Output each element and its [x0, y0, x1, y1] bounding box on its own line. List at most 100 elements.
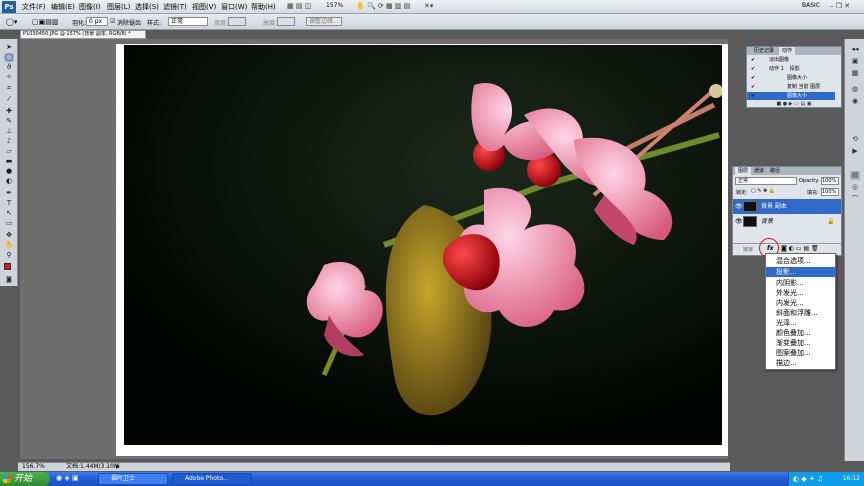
menu-layer[interactable]: 图层(L) — [107, 2, 130, 12]
menu-view[interactable]: 视图(V) — [192, 2, 216, 12]
tray-icons[interactable]: ◐ ◆ ✦ ♫ — [793, 472, 823, 486]
quick-launch-icons[interactable]: ◉ ◈ ▣ — [56, 474, 79, 482]
menu-edit[interactable]: 编辑(E) — [51, 2, 75, 12]
feather-input[interactable]: 0 px — [86, 17, 108, 26]
shape-tool-icon[interactable]: ▭ — [4, 219, 14, 228]
zoom-tool-icon[interactable]: ⚲ — [4, 251, 14, 260]
tab-paths[interactable]: 路径 — [767, 167, 783, 175]
masks-panel-icon[interactable]: ◉ — [850, 97, 860, 106]
layer-row-selected[interactable]: 👁 背景 副本 — [733, 199, 841, 214]
marquee-tool-icon[interactable]: ◯▾ — [6, 18, 17, 26]
move-tool-icon[interactable]: ➤ — [4, 43, 14, 52]
lock-icons[interactable]: ▢ ✎ ✥ 🔒 — [751, 188, 775, 194]
check-icon[interactable]: ✔ — [751, 74, 755, 82]
blend-mode-select[interactable]: 正常 — [735, 177, 797, 185]
taskbar-task-2[interactable]: Adobe Photo... — [172, 473, 252, 485]
tab-channels[interactable]: 通道 — [751, 167, 767, 175]
menu-item-inner-glow[interactable]: 内发光... — [766, 298, 835, 308]
action-row[interactable]: ✔ 图像大小 — [747, 74, 835, 82]
paths-panel-icon[interactable]: ⌒ — [850, 195, 860, 204]
channels-panel-icon[interactable]: ◎ — [850, 183, 860, 192]
dock-arrow-icon[interactable]: ◂◂ — [850, 45, 860, 54]
quick-mask-icon[interactable]: ◙ — [4, 275, 14, 284]
menu-window[interactable]: 窗口(W) — [221, 2, 247, 12]
fill-input[interactable]: 100% — [821, 188, 839, 196]
eyedropper-icon[interactable]: ⁄ — [4, 95, 14, 104]
menu-item-drop-shadow[interactable]: 投影... — [766, 267, 835, 277]
menu-item-stroke[interactable]: 描边... — [766, 358, 835, 368]
menu-item-gradient-overlay[interactable]: 渐变叠加... — [766, 338, 835, 348]
tab-history[interactable]: 历史记录 — [751, 47, 777, 55]
selection-mode-icons[interactable]: ▢▣▤▥ — [32, 18, 58, 26]
action-row-selected[interactable]: ✔ 图像大小 — [747, 92, 835, 100]
magic-wand-icon[interactable]: ✧ — [4, 73, 14, 82]
eye-icon[interactable]: 👁 — [735, 199, 743, 214]
taskbar-task-1[interactable]: 福叶卫士 — [98, 473, 168, 485]
check-icon[interactable]: ✔ — [751, 65, 755, 73]
blur-tool-icon[interactable]: ● — [4, 167, 14, 176]
status-arrow-icon[interactable]: ▶ — [116, 463, 120, 471]
color-panel-icon[interactable]: ▣ — [850, 57, 860, 66]
start-button[interactable]: 开始 — [0, 472, 50, 486]
layer-row[interactable]: 👁 背景 🔒 — [733, 214, 841, 229]
refine-edge-button[interactable]: 调整边缘... — [306, 17, 342, 26]
layers-panel-icon[interactable]: ▤ — [850, 171, 860, 180]
adjustments-panel-icon[interactable]: ◍ — [850, 85, 860, 94]
hand-zoom-icons[interactable]: ✋ 🔍 ⟳ ▦ ▥ ▤ — [356, 2, 410, 10]
zoom-level[interactable]: 157% — [326, 2, 343, 9]
action-row[interactable]: ✔ 动作 1 投影 — [747, 65, 835, 73]
layer-footer-icons[interactable]: ◙ ◐ ▭ ▤ 🗑 — [781, 245, 819, 252]
menu-item-outer-glow[interactable]: 外发光... — [766, 288, 835, 298]
marquee-tool-icon[interactable]: ◯ — [4, 53, 14, 62]
style-select[interactable]: 正常 — [168, 17, 208, 26]
bridge-icon[interactable]: ▦ ▤ ◫ — [287, 2, 311, 10]
menu-image[interactable]: 图像(I) — [79, 2, 101, 12]
action-row[interactable]: ✔ 淡出图像 — [747, 56, 835, 64]
workspace-switcher[interactable]: BASIC — [802, 2, 820, 9]
eye-icon[interactable]: 👁 — [735, 214, 743, 229]
type-tool-icon[interactable]: T — [4, 199, 14, 208]
hand-tool-icon[interactable]: ✋ — [4, 241, 14, 250]
path-selection-icon[interactable]: ↖ — [4, 209, 14, 218]
history-panel-icon[interactable]: ⟲ — [850, 135, 860, 144]
layer-name[interactable]: 背景 — [761, 214, 773, 229]
menu-item-blending-options[interactable]: 混合选项... — [766, 256, 835, 266]
healing-brush-icon[interactable]: ✚ — [4, 107, 14, 116]
lasso-tool-icon[interactable]: ϑ — [4, 63, 14, 72]
actions-panel-icon[interactable]: ▶ — [850, 147, 860, 156]
eraser-tool-icon[interactable]: ▱ — [4, 147, 14, 156]
arrange-icon[interactable]: ✕▾ — [424, 2, 433, 10]
action-row[interactable]: ✔ 复制 当前 图层 — [747, 83, 835, 91]
check-icon[interactable]: ✔ — [751, 92, 755, 100]
clone-stamp-icon[interactable]: ⊥ — [4, 127, 14, 136]
gradient-tool-icon[interactable]: ▬ — [4, 157, 14, 166]
height-input[interactable] — [277, 17, 295, 26]
history-brush-icon[interactable]: ♪ — [4, 137, 14, 146]
pen-tool-icon[interactable]: ✒ — [4, 189, 14, 198]
menu-item-satin[interactable]: 光泽... — [766, 318, 835, 328]
photo-canvas[interactable] — [124, 45, 722, 445]
menu-item-inner-shadow[interactable]: 内阴影... — [766, 278, 835, 288]
foreground-color-swatch[interactable] — [4, 263, 11, 270]
crop-tool-icon[interactable]: ⌗ — [4, 84, 14, 93]
window-controls-icon[interactable]: – ❐ ✕ — [830, 2, 850, 10]
antialias-checkbox[interactable]: ☑ — [110, 18, 115, 25]
width-input[interactable] — [228, 17, 246, 26]
document-tab[interactable]: P1030450.JPG @ 157% (背景 副本, RGB/8) * — [20, 30, 146, 39]
actions-footer-buttons[interactable]: ■ ● ▶ ▭ ▤ ▣ — [747, 101, 841, 108]
menu-item-bevel-emboss[interactable]: 斜面和浮雕... — [766, 308, 835, 318]
dodge-tool-icon[interactable]: ◐ — [4, 177, 14, 186]
menu-file[interactable]: 文件(F) — [22, 2, 46, 12]
tab-actions[interactable]: 动作 — [779, 47, 796, 55]
layer-name[interactable]: 背景 副本 — [761, 199, 787, 214]
link-layers-label[interactable]: 链接 — [743, 246, 753, 253]
check-icon[interactable]: ✔ — [751, 56, 755, 64]
menu-select[interactable]: 选择(S) — [135, 2, 159, 12]
menu-item-color-overlay[interactable]: 颜色叠加... — [766, 328, 835, 338]
tab-layers[interactable]: 图层 — [735, 167, 752, 175]
menu-item-pattern-overlay[interactable]: 图案叠加... — [766, 348, 835, 358]
opacity-input[interactable]: 100% — [821, 177, 839, 185]
brush-tool-icon[interactable]: ✎ — [4, 117, 14, 126]
menu-help[interactable]: 帮助(H) — [251, 2, 276, 12]
menu-filter[interactable]: 滤镜(T) — [163, 2, 187, 12]
